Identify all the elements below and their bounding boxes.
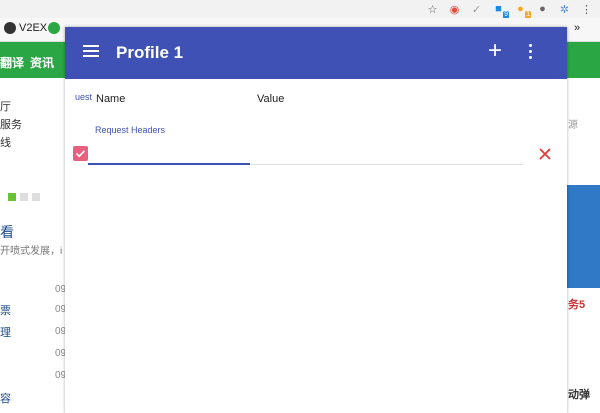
add-icon[interactable]: + bbox=[485, 39, 505, 63]
check-icon bbox=[75, 150, 86, 158]
background-carousel-dots bbox=[8, 193, 40, 201]
extension-toolbar: ☆ ◉ ✓ ■ 9 ● 1 ● ✲ ⋮ bbox=[425, 0, 600, 19]
bookmarks-overflow-button[interactable]: » bbox=[574, 22, 580, 34]
background-banner-image[interactable] bbox=[566, 185, 600, 288]
header-name-input[interactable] bbox=[88, 145, 250, 165]
check-icon[interactable]: ✓ bbox=[469, 2, 484, 17]
background-link[interactable]: 容 bbox=[0, 390, 11, 406]
app-bar: Profile 1 + bbox=[65, 27, 567, 79]
header-value-input[interactable] bbox=[250, 145, 523, 165]
background-text: 线 bbox=[0, 137, 11, 149]
background-link[interactable]: 票 bbox=[0, 302, 11, 318]
background-text: 动弹 bbox=[568, 389, 590, 401]
section-label-request-headers: Request Headers bbox=[95, 125, 166, 135]
delete-icon[interactable] bbox=[538, 147, 552, 161]
extension-icon-4[interactable]: ● bbox=[535, 2, 550, 17]
background-text: 服务 bbox=[0, 119, 22, 131]
column-header-value: Value bbox=[257, 93, 285, 105]
bookmark-icon bbox=[4, 22, 16, 34]
background-nav-item[interactable]: 翻译 bbox=[0, 54, 24, 71]
bookmark-icon bbox=[48, 22, 60, 34]
background-nav-item[interactable]: 资讯 bbox=[30, 54, 54, 71]
bookmark-label: V2EX bbox=[19, 22, 48, 34]
extension-icon-2[interactable]: ■ 9 bbox=[491, 2, 509, 19]
extension-icon-3[interactable]: ● 1 bbox=[513, 2, 531, 19]
background-link[interactable]: 理 bbox=[0, 324, 11, 340]
extension-active-icon[interactable]: ✲ bbox=[557, 2, 572, 17]
bookmark-item[interactable]: V2EX bbox=[4, 22, 47, 34]
background-text: 厅 bbox=[0, 101, 11, 113]
extension-icon-1[interactable]: ◉ bbox=[447, 2, 462, 17]
background-heading: 看 bbox=[0, 224, 14, 240]
column-header-name: Name bbox=[96, 93, 126, 105]
browser-toolbar: ☆ ◉ ✓ ■ 9 ● 1 ● ✲ ⋮ bbox=[0, 0, 600, 19]
tab-label-peek[interactable]: uest bbox=[75, 92, 92, 102]
hamburger-menu-icon[interactable] bbox=[83, 45, 99, 59]
background-text: 务5 bbox=[568, 299, 586, 311]
extension-popup: Profile 1 + uest Name Value Request Head… bbox=[65, 27, 567, 413]
more-vertical-icon[interactable] bbox=[526, 44, 534, 62]
kebab-menu-icon[interactable]: ⋮ bbox=[579, 2, 594, 17]
background-text: 开喷式发展，i bbox=[0, 246, 63, 257]
profile-title: Profile 1 bbox=[116, 43, 184, 62]
bookmark-item[interactable] bbox=[48, 22, 60, 34]
background-text: 源 bbox=[568, 120, 578, 131]
star-icon[interactable]: ☆ bbox=[425, 2, 440, 17]
enable-checkbox[interactable] bbox=[73, 146, 88, 161]
header-row bbox=[65, 143, 567, 167]
